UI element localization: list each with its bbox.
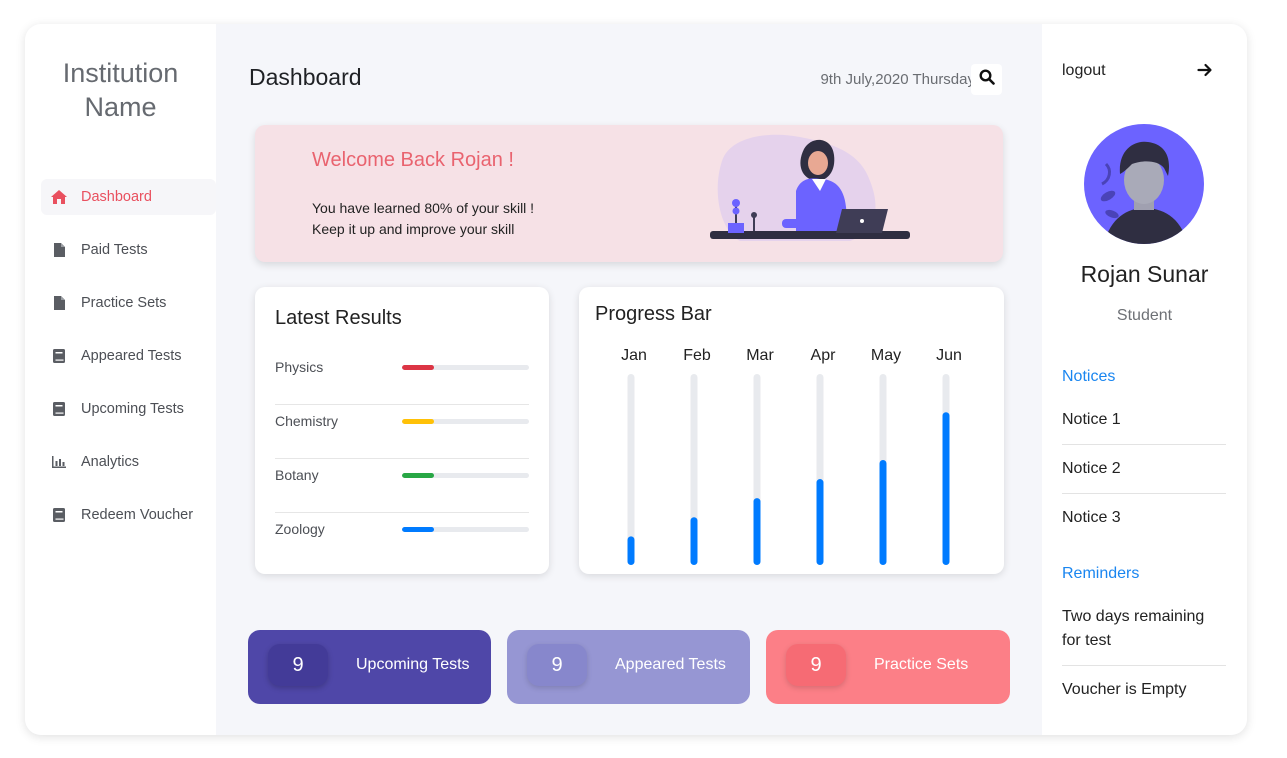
app-window: Institution Name Dashboard Paid Tests Pr…: [25, 24, 1247, 735]
sidebar: Institution Name Dashboard Paid Tests Pr…: [25, 24, 216, 735]
month-progress-bar: [690, 517, 698, 565]
sidebar-item-paid-tests[interactable]: Paid Tests: [41, 232, 216, 268]
sidebar-item-practice-sets[interactable]: Practice Sets: [41, 285, 216, 321]
divider: [1062, 444, 1226, 445]
result-progress-fill: [402, 527, 434, 532]
result-subject-label: Chemistry: [275, 413, 339, 429]
notice-item[interactable]: Notice 2: [1062, 457, 1226, 481]
reminders-heading: Reminders: [1062, 565, 1140, 582]
date-label: 9th July,2020 Thursday: [820, 71, 975, 88]
file-icon: [50, 241, 68, 259]
book-icon: [50, 400, 68, 418]
notice-item[interactable]: Notice 3: [1062, 506, 1226, 530]
reminder-item: Two days remaining for test: [1062, 608, 1205, 649]
divider: [1062, 665, 1226, 666]
result-progress-track: [402, 419, 529, 424]
month-progress-bar: [816, 479, 824, 565]
sidebar-item-upcoming-tests[interactable]: Upcoming Tests: [41, 391, 216, 427]
practice-sets-card[interactable]: 9 Practice Sets: [766, 630, 1010, 704]
sidebar-item-label: Appeared Tests: [81, 348, 182, 364]
upcoming-tests-count: 9: [268, 644, 328, 686]
student-illustration: [700, 131, 910, 261]
month-label: Jun: [936, 347, 962, 364]
month-progress-bar: [753, 498, 761, 565]
welcome-message-line1: You have learned 80% of your skill !: [312, 200, 535, 216]
sidebar-nav: Dashboard Paid Tests Practice Sets Appea…: [41, 179, 216, 550]
sidebar-item-label: Upcoming Tests: [81, 401, 184, 417]
bar-chart-icon: [50, 453, 68, 471]
upcoming-tests-card[interactable]: 9 Upcoming Tests: [248, 630, 491, 704]
result-progress-fill: [402, 473, 434, 478]
practice-sets-count: 9: [786, 644, 846, 686]
institution-name-line1: Institution: [62, 58, 179, 88]
sidebar-item-appeared-tests[interactable]: Appeared Tests: [41, 338, 216, 374]
month-progress-bar: [879, 459, 887, 565]
result-progress-track: [402, 473, 529, 478]
logout-link[interactable]: logout: [1062, 62, 1106, 80]
sidebar-item-redeem-voucher[interactable]: Redeem Voucher: [41, 497, 216, 533]
sidebar-item-dashboard[interactable]: Dashboard: [41, 179, 216, 215]
result-row-physics: Physics: [275, 351, 529, 405]
result-progress-track: [402, 527, 529, 532]
latest-results-title: Latest Results: [275, 307, 402, 329]
monthly-progress-chart: Jan Feb Mar Apr May Jun: [621, 347, 962, 565]
file-icon: [50, 294, 68, 312]
appeared-tests-count: 9: [527, 644, 587, 686]
month-progress-bar: [942, 412, 950, 565]
book-icon: [50, 506, 68, 524]
result-subject-label: Physics: [275, 359, 324, 375]
search-icon: [978, 69, 995, 90]
sidebar-item-label: Redeem Voucher: [81, 507, 194, 523]
sidebar-item-label: Paid Tests: [81, 242, 148, 258]
notices-heading: Notices: [1062, 368, 1116, 385]
result-subject-label: Botany: [275, 467, 319, 483]
search-button[interactable]: [971, 64, 1002, 95]
sidebar-item-analytics[interactable]: Analytics: [41, 444, 216, 480]
user-role: Student: [1116, 307, 1173, 324]
appeared-tests-card[interactable]: 9 Appeared Tests: [507, 630, 750, 704]
reminder-item: Voucher is Empty: [1062, 681, 1187, 698]
result-row-zoology: Zoology: [275, 513, 529, 567]
month-label: May: [871, 347, 901, 364]
result-progress-fill: [402, 419, 434, 424]
appeared-tests-label: Appeared Tests: [615, 656, 726, 673]
month-label: Apr: [811, 347, 837, 364]
divider: [1062, 493, 1226, 494]
month-progress-track: [627, 374, 635, 565]
welcome-banner: Welcome Back Rojan ! You have learned 80…: [255, 125, 1003, 262]
result-progress-track: [402, 365, 529, 370]
profile-panel: logout Rojan Sunar Student Notices Notic…: [1042, 24, 1247, 735]
month-label: Feb: [683, 347, 711, 364]
logout-button[interactable]: [1197, 62, 1213, 83]
sidebar-item-label: Practice Sets: [81, 295, 167, 311]
main-content: Dashboard 9th July,2020 Thursday Welcome…: [216, 24, 1042, 735]
month-progress-bar: [627, 536, 635, 565]
practice-sets-label: Practice Sets: [874, 656, 969, 673]
month-label: Mar: [746, 347, 774, 364]
result-row-chemistry: Chemistry: [275, 405, 529, 459]
sidebar-item-label: Dashboard: [81, 189, 152, 205]
home-icon: [50, 188, 68, 206]
upcoming-tests-label: Upcoming Tests: [356, 656, 470, 673]
welcome-title: Welcome Back Rojan !: [312, 149, 514, 171]
result-row-botany: Botany: [275, 459, 529, 513]
institution-name: Institution Name: [25, 56, 216, 124]
user-name: Rojan Sunar: [1080, 261, 1209, 287]
month-label: Jan: [621, 347, 647, 364]
latest-results-card: Latest Results Physics Chemistry Botany …: [255, 287, 549, 574]
institution-name-line2: Name: [84, 92, 157, 122]
page-title: Dashboard: [249, 64, 362, 90]
notice-item[interactable]: Notice 1: [1062, 408, 1226, 432]
result-progress-fill: [402, 365, 434, 370]
progress-bar-card: Progress Bar Jan Feb Mar Apr May Jun: [579, 287, 1004, 574]
arrow-right-icon: [1197, 63, 1213, 82]
sidebar-item-label: Analytics: [81, 454, 140, 470]
avatar: [1084, 124, 1204, 244]
book-icon: [50, 347, 68, 365]
welcome-message-line2: Keep it up and improve your skill: [312, 221, 515, 237]
result-subject-label: Zoology: [275, 521, 325, 537]
